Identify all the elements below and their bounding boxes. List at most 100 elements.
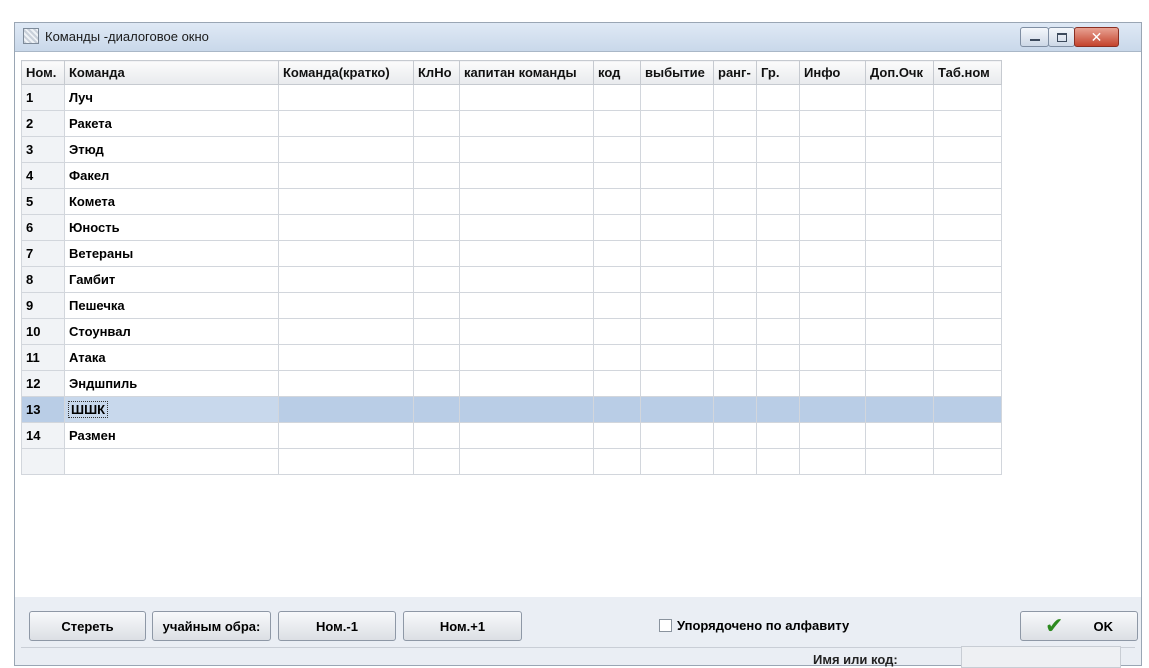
team-name-cell[interactable]: Атака [64, 344, 279, 371]
table-cell[interactable] [933, 266, 1002, 293]
row-number-cell[interactable]: 14 [21, 422, 65, 449]
table-row[interactable]: 13 ШШК [21, 396, 1002, 423]
table-cell[interactable] [593, 396, 641, 423]
table-cell[interactable] [278, 266, 414, 293]
table-cell[interactable] [756, 110, 800, 137]
row-number-cell[interactable] [21, 448, 65, 475]
table-cell[interactable] [933, 396, 1002, 423]
random-button[interactable]: учайным обра: [152, 611, 271, 641]
table-cell[interactable] [413, 370, 460, 397]
team-name-cell[interactable]: Ветераны [64, 240, 279, 267]
column-header[interactable]: Команда(кратко) [278, 60, 414, 85]
close-button[interactable]: ✕ [1074, 27, 1119, 47]
erase-button[interactable]: Стереть [29, 611, 146, 641]
column-header[interactable]: Ном. [21, 60, 65, 85]
table-cell[interactable] [413, 318, 460, 345]
table-cell[interactable] [933, 370, 1002, 397]
table-cell[interactable] [865, 188, 934, 215]
table-cell[interactable] [278, 162, 414, 189]
table-cell[interactable] [593, 422, 641, 449]
table-cell[interactable] [865, 292, 934, 319]
teams-table[interactable]: Ном. Команда Команда(кратко) КлНо капитан ко… [21, 60, 1002, 475]
table-cell[interactable] [933, 214, 1002, 241]
table-cell[interactable] [459, 292, 594, 319]
table-cell[interactable] [278, 84, 414, 111]
table-cell[interactable] [640, 240, 714, 267]
table-cell[interactable] [933, 292, 1002, 319]
table-cell[interactable] [756, 240, 800, 267]
table-row[interactable]: 14 Размен [21, 422, 1002, 449]
row-number-cell[interactable]: 13 [21, 396, 65, 423]
team-name-cell[interactable]: Стоунвал [64, 318, 279, 345]
table-cell[interactable] [756, 84, 800, 111]
table-cell[interactable] [413, 344, 460, 371]
team-name-cell[interactable]: Гамбит [64, 266, 279, 293]
table-cell[interactable] [865, 214, 934, 241]
row-number-cell[interactable]: 7 [21, 240, 65, 267]
team-name-cell[interactable]: Размен [64, 422, 279, 449]
table-cell[interactable] [933, 448, 1002, 475]
name-or-code-field[interactable] [961, 646, 1121, 668]
table-cell[interactable] [278, 240, 414, 267]
table-cell[interactable] [799, 136, 866, 163]
table-cell[interactable] [459, 162, 594, 189]
column-header[interactable]: выбытие [640, 60, 714, 85]
table-cell[interactable] [459, 266, 594, 293]
row-number-cell[interactable]: 8 [21, 266, 65, 293]
table-cell[interactable] [593, 240, 641, 267]
table-cell[interactable] [799, 422, 866, 449]
row-number-cell[interactable]: 9 [21, 292, 65, 319]
table-cell[interactable] [640, 214, 714, 241]
table-cell[interactable] [459, 448, 594, 475]
table-cell[interactable] [933, 344, 1002, 371]
table-cell[interactable] [865, 318, 934, 345]
table-row[interactable]: 5 Комета [21, 188, 1002, 215]
table-cell[interactable] [756, 292, 800, 319]
checkbox-box[interactable] [659, 619, 672, 632]
table-cell[interactable] [713, 292, 757, 319]
table-row[interactable]: 11 Атака [21, 344, 1002, 371]
table-cell[interactable] [593, 266, 641, 293]
table-cell[interactable] [459, 136, 594, 163]
team-name-cell[interactable]: Луч [64, 84, 279, 111]
table-cell[interactable] [593, 448, 641, 475]
row-number-cell[interactable]: 5 [21, 188, 65, 215]
table-cell[interactable] [933, 162, 1002, 189]
table-cell[interactable] [713, 448, 757, 475]
table-cell[interactable] [413, 396, 460, 423]
table-cell[interactable] [713, 214, 757, 241]
table-cell[interactable] [713, 266, 757, 293]
table-cell[interactable] [278, 110, 414, 137]
table-row[interactable]: 8 Гамбит [21, 266, 1002, 293]
table-cell[interactable] [799, 110, 866, 137]
table-cell[interactable] [640, 422, 714, 449]
table-cell[interactable] [865, 266, 934, 293]
team-name-cell[interactable]: Ракета [64, 110, 279, 137]
table-cell[interactable] [933, 84, 1002, 111]
table-cell[interactable] [459, 344, 594, 371]
table-cell[interactable] [459, 110, 594, 137]
table-cell[interactable] [756, 448, 800, 475]
table-cell[interactable] [799, 84, 866, 111]
table-cell[interactable] [640, 448, 714, 475]
table-cell[interactable] [459, 240, 594, 267]
table-cell[interactable] [799, 396, 866, 423]
table-cell[interactable] [593, 318, 641, 345]
table-cell[interactable] [799, 318, 866, 345]
table-cell[interactable] [593, 136, 641, 163]
row-number-cell[interactable]: 2 [21, 110, 65, 137]
table-row[interactable]: 2 Ракета [21, 110, 1002, 137]
column-header[interactable]: капитан команды [459, 60, 594, 85]
table-cell[interactable] [933, 240, 1002, 267]
column-header[interactable]: Инфо [799, 60, 866, 85]
column-header[interactable]: Гр. [756, 60, 800, 85]
table-cell[interactable] [459, 422, 594, 449]
table-cell[interactable] [713, 188, 757, 215]
column-header[interactable]: Команда [64, 60, 279, 85]
table-cell[interactable] [713, 240, 757, 267]
table-cell[interactable] [756, 396, 800, 423]
column-header[interactable]: код [593, 60, 641, 85]
title-bar[interactable]: Команды -диалоговое окно ✕ [15, 23, 1141, 52]
table-cell[interactable] [459, 214, 594, 241]
table-cell[interactable] [278, 344, 414, 371]
